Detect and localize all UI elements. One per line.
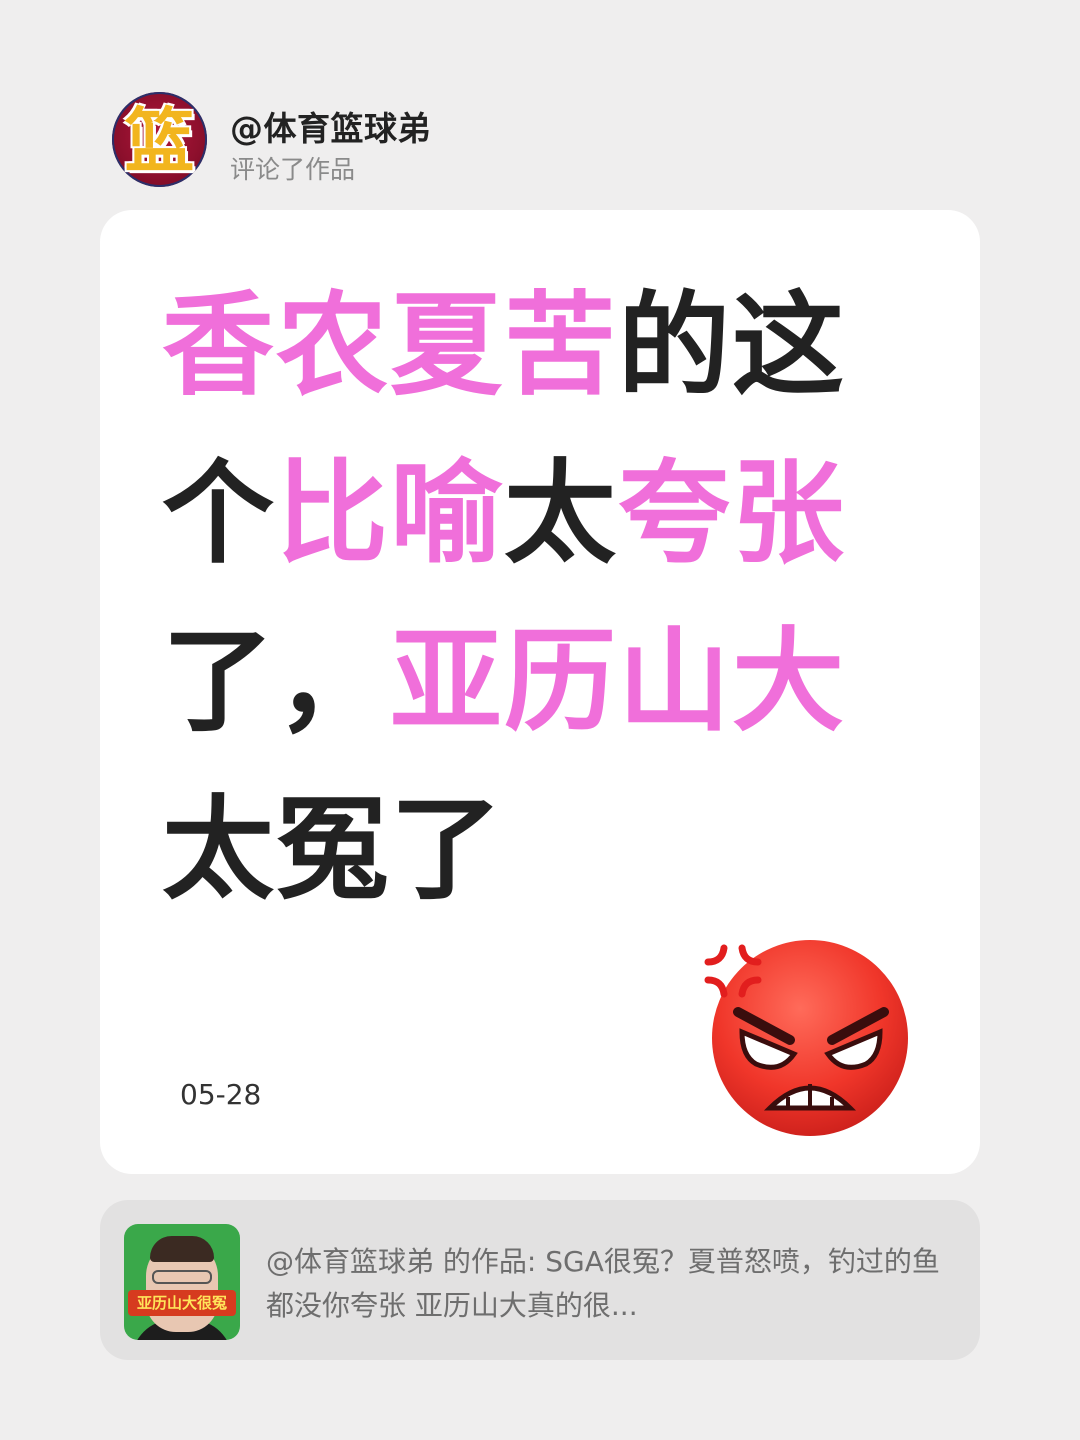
thumbnail-banner: 亚历山大很冤 (128, 1290, 236, 1316)
comment-date: 05-28 (180, 1078, 262, 1111)
comment-segment: 太冤了 (162, 785, 504, 915)
comment-segment: 香农夏苦 (162, 281, 618, 411)
comment-text: 香农夏苦的这个比喻太夸张了，亚历山大太冤了 (162, 262, 922, 934)
referenced-post-card[interactable]: 亚历山大很冤 @体育篮球弟 的作品: SGA很冤？夏普怒喷，钓过的鱼都没你夸张 … (100, 1200, 980, 1360)
comment-segment: 夸张 (618, 449, 846, 579)
referenced-post-thumbnail[interactable]: 亚历山大很冤 (124, 1224, 240, 1340)
comment-header: 篮 @体育篮球弟 评论了作品 (112, 92, 972, 187)
comment-segment: 了， (162, 617, 390, 747)
comment-segment: 比喻 (276, 449, 504, 579)
comment-card: 香农夏苦的这个比喻太夸张了，亚历山大太冤了 05-28 (100, 210, 980, 1174)
referenced-post-text[interactable]: @体育篮球弟 的作品: SGA很冤？夏普怒喷，钓过的鱼都没你夸张 亚历山大真的很… (266, 1240, 946, 1328)
angry-face-icon (704, 940, 908, 1136)
author-avatar[interactable]: 篮 (112, 92, 207, 187)
author-username[interactable]: @体育篮球弟 (230, 102, 431, 150)
avatar-logo-glyph: 篮 (124, 100, 195, 182)
thumbnail-person-hair (150, 1236, 214, 1262)
comment-segment: 太 (504, 449, 618, 579)
comment-segment: 亚历山大 (390, 617, 846, 747)
thumbnail-glasses (152, 1270, 212, 1284)
author-action: 评论了作品 (230, 155, 356, 184)
